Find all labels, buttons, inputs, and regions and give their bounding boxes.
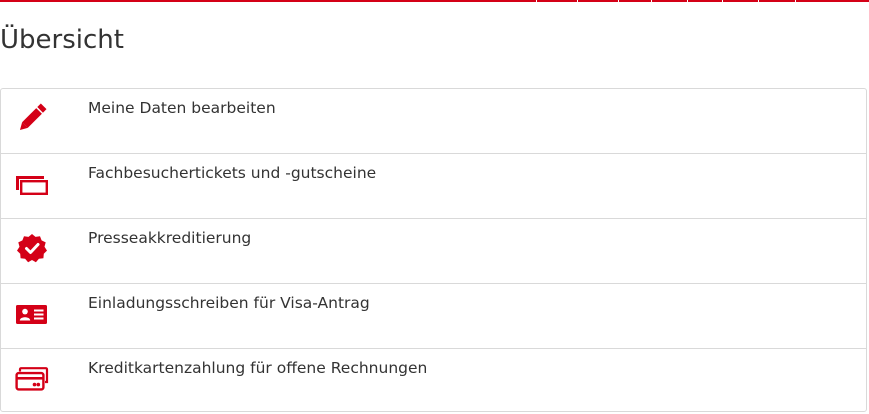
menu-item-label: Fachbesuchertickets und -gutscheine bbox=[88, 164, 377, 182]
menu-item-edit-my-data[interactable]: Meine Daten bearbeiten bbox=[1, 89, 866, 154]
menu-item-visa-invitation[interactable]: Einladungsschreiben für Visa-Antrag bbox=[1, 284, 866, 349]
menu-item-label: Kreditkartenzahlung für offene Rechnunge… bbox=[88, 359, 428, 377]
id-card-icon bbox=[15, 296, 49, 330]
tickets-icon bbox=[15, 166, 49, 200]
accent-bar-divider bbox=[536, 0, 537, 2]
accent-bar-divider bbox=[651, 0, 652, 2]
accent-bar-divider bbox=[722, 0, 723, 2]
accent-bar-divider bbox=[758, 0, 759, 2]
menu-item-label: Presseakkreditierung bbox=[88, 229, 252, 247]
page-title: Übersicht bbox=[0, 25, 124, 55]
credit-card-icon bbox=[15, 361, 49, 395]
overview-menu: Meine Daten bearbeiten Fachbesucherticke… bbox=[0, 88, 867, 412]
accent-bar-divider bbox=[577, 0, 578, 2]
pencil-icon bbox=[15, 101, 49, 135]
menu-item-label: Einladungsschreiben für Visa-Antrag bbox=[88, 294, 370, 312]
verified-badge-icon bbox=[15, 231, 49, 265]
menu-item-press-accreditation[interactable]: Presseakkreditierung bbox=[1, 219, 866, 284]
accent-bar-divider bbox=[687, 0, 688, 2]
menu-item-credit-card-payment[interactable]: Kreditkartenzahlung für offene Rechnunge… bbox=[1, 349, 866, 414]
menu-item-visitor-tickets[interactable]: Fachbesuchertickets und -gutscheine bbox=[1, 154, 866, 219]
top-accent-bar bbox=[0, 0, 869, 2]
accent-bar-divider bbox=[618, 0, 619, 2]
menu-item-label: Meine Daten bearbeiten bbox=[88, 99, 276, 117]
accent-bar-divider bbox=[795, 0, 796, 2]
